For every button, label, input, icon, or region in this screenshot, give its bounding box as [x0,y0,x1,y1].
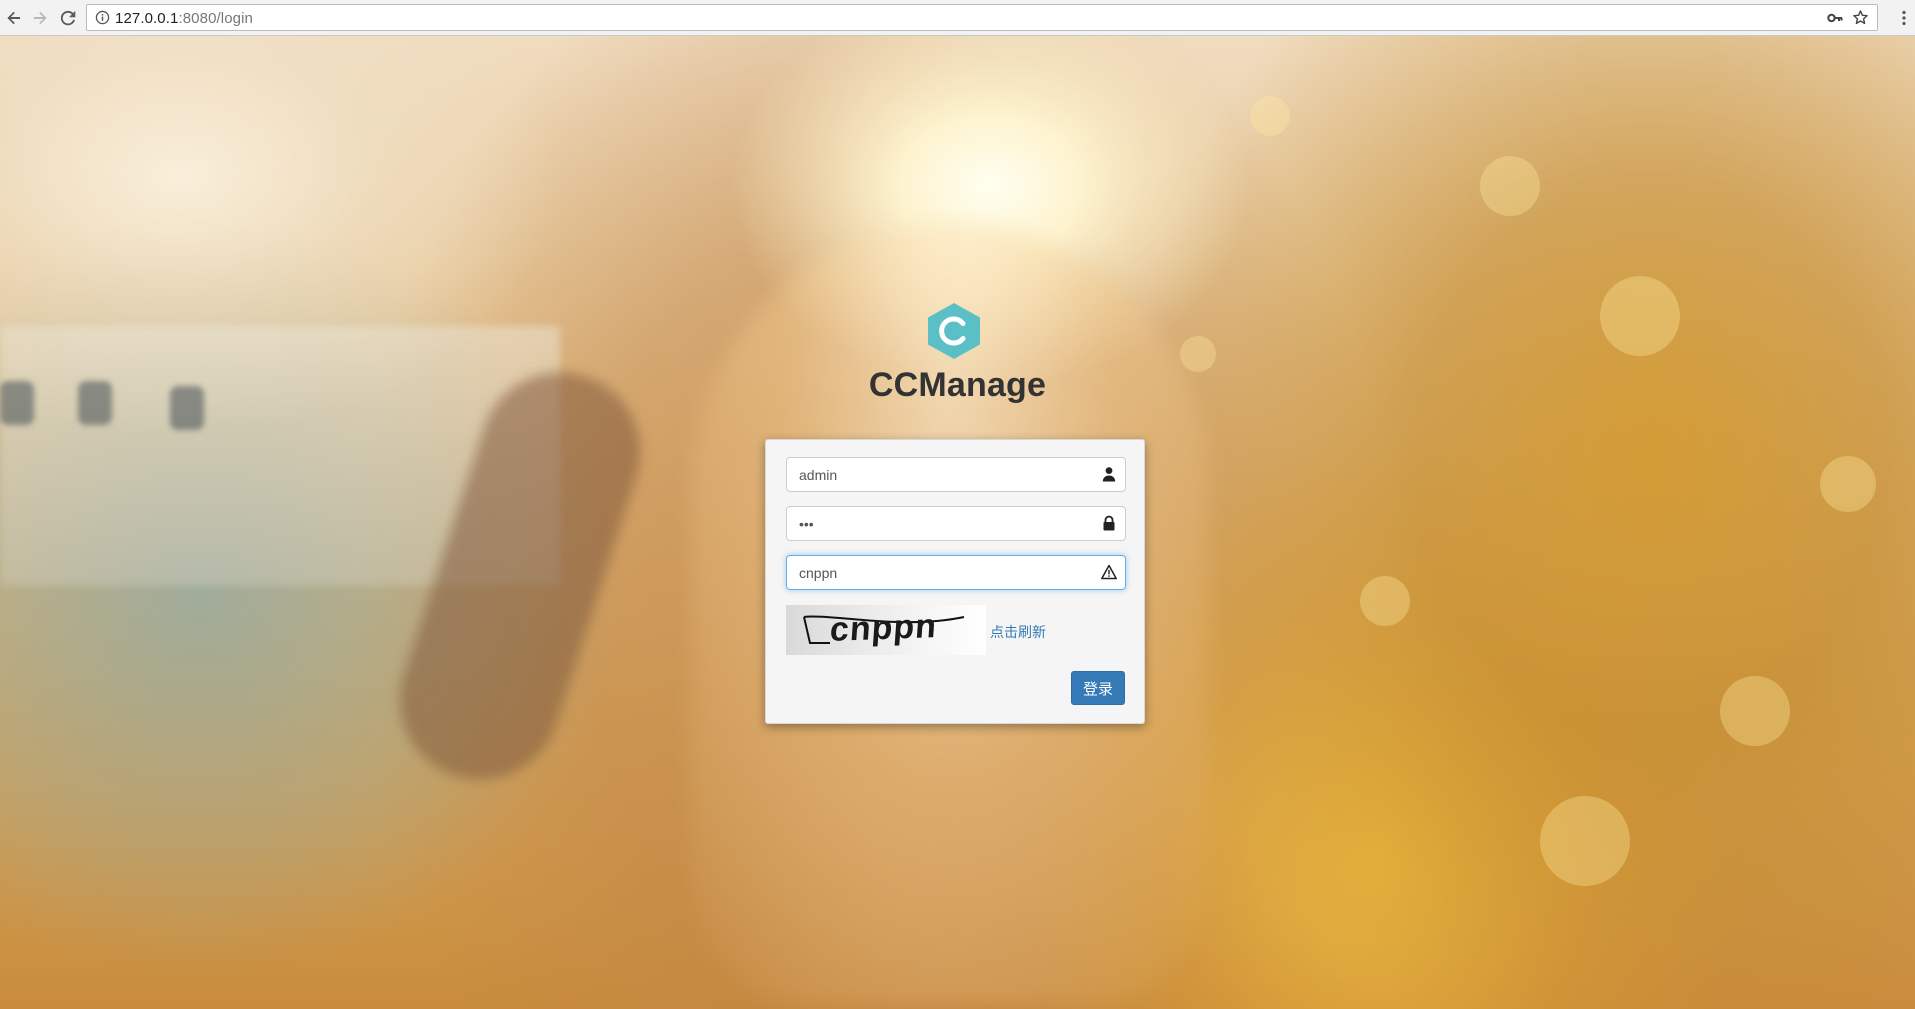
address-url[interactable]: 127.0.0.1:8080/login [115,10,253,27]
url-path: :8080/login [178,10,253,27]
browser-toolbar: 127.0.0.1:8080/login [0,0,1915,36]
bokeh-light [1250,96,1290,136]
key-icon[interactable] [1827,10,1843,26]
kebab-menu-icon[interactable] [1899,7,1909,29]
captcha-image-text: cnppn [828,607,939,649]
forward-arrow-icon[interactable] [28,6,52,30]
reload-icon[interactable] [56,6,80,30]
url-host: 127.0.0.1 [115,10,179,27]
app-title: CCManage [868,366,1047,404]
bokeh-light [1360,576,1410,626]
password-input[interactable] [787,507,1087,540]
lock-icon [1103,515,1115,531]
user-icon [1102,467,1116,482]
captcha-input[interactable] [787,556,1087,589]
password-field[interactable] [786,506,1126,541]
star-icon[interactable] [1852,9,1869,26]
address-bar[interactable]: 127.0.0.1:8080/login [86,4,1878,31]
username-input[interactable] [787,458,1087,491]
username-field[interactable] [786,457,1126,492]
hexagon-c-logo [928,303,980,359]
bokeh-light [1600,276,1680,356]
warning-triangle-icon [1101,564,1117,580]
captcha-field[interactable] [786,555,1126,590]
bokeh-light [1480,156,1540,216]
bokeh-light [1820,456,1876,512]
bokeh-light [1540,796,1630,886]
back-arrow-icon[interactable] [2,6,26,30]
captcha-image[interactable]: cnppn [786,605,986,655]
refresh-captcha-link[interactable]: 点击刷新 [990,622,1046,642]
info-icon[interactable] [95,10,110,25]
login-button[interactable]: 登录 [1071,671,1125,705]
bokeh-light [1720,676,1790,746]
login-panel: cnppn 点击刷新 登录 [765,439,1145,724]
